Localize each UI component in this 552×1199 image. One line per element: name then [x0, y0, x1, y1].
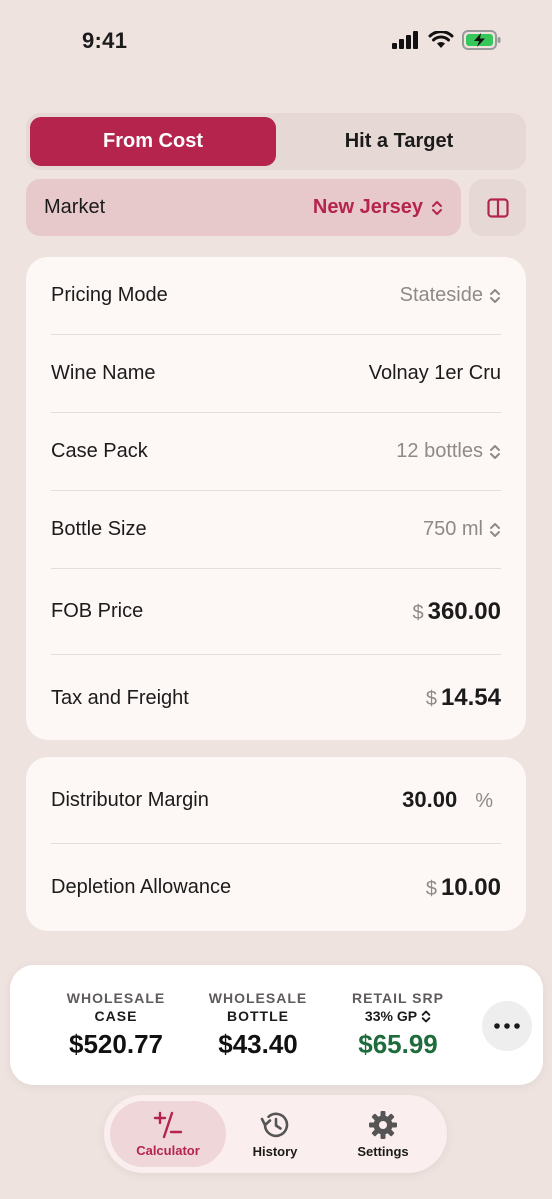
currency-symbol: $ [412, 601, 424, 624]
wholesale-case-value: $520.77 [69, 1029, 163, 1059]
wine-name-row[interactable]: Wine Name Volnay 1er Cru [51, 335, 501, 413]
chevron-up-down-icon [490, 522, 500, 537]
market-value-picker[interactable]: New Jersey [313, 196, 443, 219]
from-cost-tab[interactable]: From Cost [30, 117, 276, 166]
mode-segmented-control: From Cost Hit a Target [26, 113, 526, 170]
fob-price-value: 360.00 [427, 597, 501, 625]
case-pack-row[interactable]: Case Pack 12 bottles [51, 413, 501, 491]
sidebar-toggle-button[interactable] [469, 179, 526, 236]
wholesale-bottle-summary: WHOLESALE BOTTLE $43.40 [198, 989, 318, 1060]
tax-freight-label: Tax and Freight [51, 686, 189, 709]
market-label: Market [44, 196, 106, 218]
market-selector[interactable]: Market New Jersey [26, 179, 461, 236]
depletion-allowance-label: Depletion Allowance [51, 876, 232, 898]
chevron-up-down-icon [490, 444, 500, 459]
wine-name-input[interactable]: Volnay 1er Cru [369, 362, 501, 385]
chevron-up-down-icon [432, 200, 442, 215]
pricing-mode-row[interactable]: Pricing Mode Stateside [51, 257, 501, 335]
wholesale-case-label-bottom: CASE [94, 1008, 138, 1024]
hit-a-target-tab[interactable]: Hit a Target [276, 117, 522, 166]
cellular-signal-icon [392, 31, 418, 49]
case-pack-value: 12 bottles [396, 440, 483, 462]
plus-minus-icon [153, 1111, 183, 1138]
gp-picker[interactable]: 33% GP [338, 1007, 458, 1025]
fob-price-input[interactable]: $ 360.00 [412, 598, 501, 626]
tab-calculator-label: Calculator [136, 1142, 200, 1158]
tab-history[interactable]: History [217, 1101, 333, 1167]
pricing-mode-value: Stateside [399, 284, 483, 306]
depletion-allowance-value: 10.00 [440, 873, 501, 901]
retail-srp-label: RETAIL SRP [352, 990, 444, 1006]
bottle-size-value: 750 ml [422, 518, 483, 540]
tab-calculator[interactable]: Calculator [110, 1101, 226, 1167]
currency-symbol: $ [425, 688, 437, 710]
tab-bar: Calculator History Settings [104, 1095, 447, 1173]
percent-unit: % [475, 790, 493, 812]
depletion-allowance-input[interactable]: $ 10.00 [426, 874, 501, 902]
status-bar: 9:41 [0, 0, 552, 82]
pricing-mode-picker[interactable]: Stateside [400, 284, 501, 307]
tax-freight-row[interactable]: Tax and Freight $ 14.54 [51, 655, 501, 741]
more-options-button[interactable] [482, 1001, 532, 1051]
distributor-margin-input[interactable]: 30.00 % [402, 787, 493, 813]
wholesale-bottle-label-bottom: BOTTLE [227, 1008, 289, 1024]
ellipsis-icon [494, 1023, 520, 1029]
bottle-size-picker[interactable]: 750 ml [423, 518, 501, 541]
gear-icon [369, 1110, 397, 1139]
price-summary-panel: WHOLESALE CASE $520.77 WHOLESALE BOTTLE … [10, 965, 543, 1085]
fob-price-label: FOB Price [51, 600, 144, 622]
retail-srp-summary: RETAIL SRP 33% GP $65.99 [338, 989, 458, 1060]
distributor-margin-value: 30.00 [402, 787, 458, 812]
wholesale-case-summary: WHOLESALE CASE $520.77 [56, 989, 176, 1060]
tab-history-label: History [252, 1143, 298, 1159]
currency-symbol: $ [425, 877, 437, 900]
margins-card: Distributor Margin 30.00 % Depletion All… [26, 757, 526, 931]
bottle-size-label: Bottle Size [51, 518, 147, 540]
chevron-up-down-icon [421, 1010, 431, 1022]
calculator-screen: 9:41 From Cost Hit a Target Market New J… [0, 0, 552, 1199]
tax-freight-input[interactable]: $ 14.54 [426, 684, 501, 712]
sidebar-icon [486, 197, 509, 218]
status-icons [392, 30, 502, 50]
wine-name-label: Wine Name [51, 362, 156, 384]
bottle-size-row[interactable]: Bottle Size 750 ml [51, 491, 501, 569]
case-pack-picker[interactable]: 12 bottles [396, 440, 501, 463]
wholesale-bottle-value: $43.40 [218, 1029, 298, 1059]
pricing-inputs-card: Pricing Mode Stateside Wine Name Volnay … [26, 257, 526, 740]
chevron-up-down-icon [490, 288, 500, 303]
distributor-margin-row[interactable]: Distributor Margin 30.00 % [51, 757, 501, 844]
status-time: 9:41 [82, 28, 128, 53]
gp-value: 33% GP [364, 1008, 418, 1024]
wifi-icon [428, 30, 454, 48]
market-value: New Jersey [312, 196, 423, 218]
battery-charging-icon [462, 30, 501, 50]
pricing-mode-label: Pricing Mode [51, 284, 168, 306]
history-icon [260, 1112, 289, 1137]
tab-settings-label: Settings [357, 1143, 409, 1159]
distributor-margin-label: Distributor Margin [51, 788, 209, 811]
wholesale-case-label-top: WHOLESALE [66, 990, 166, 1006]
wholesale-bottle-label-top: WHOLESALE [208, 990, 308, 1006]
case-pack-label: Case Pack [51, 440, 148, 462]
fob-price-row[interactable]: FOB Price $ 360.00 [51, 569, 501, 655]
tax-freight-value: 14.54 [440, 684, 501, 711]
depletion-allowance-row[interactable]: Depletion Allowance $ 10.00 [51, 844, 501, 931]
tab-settings[interactable]: Settings [325, 1101, 441, 1167]
retail-srp-value: $65.99 [358, 1029, 438, 1059]
